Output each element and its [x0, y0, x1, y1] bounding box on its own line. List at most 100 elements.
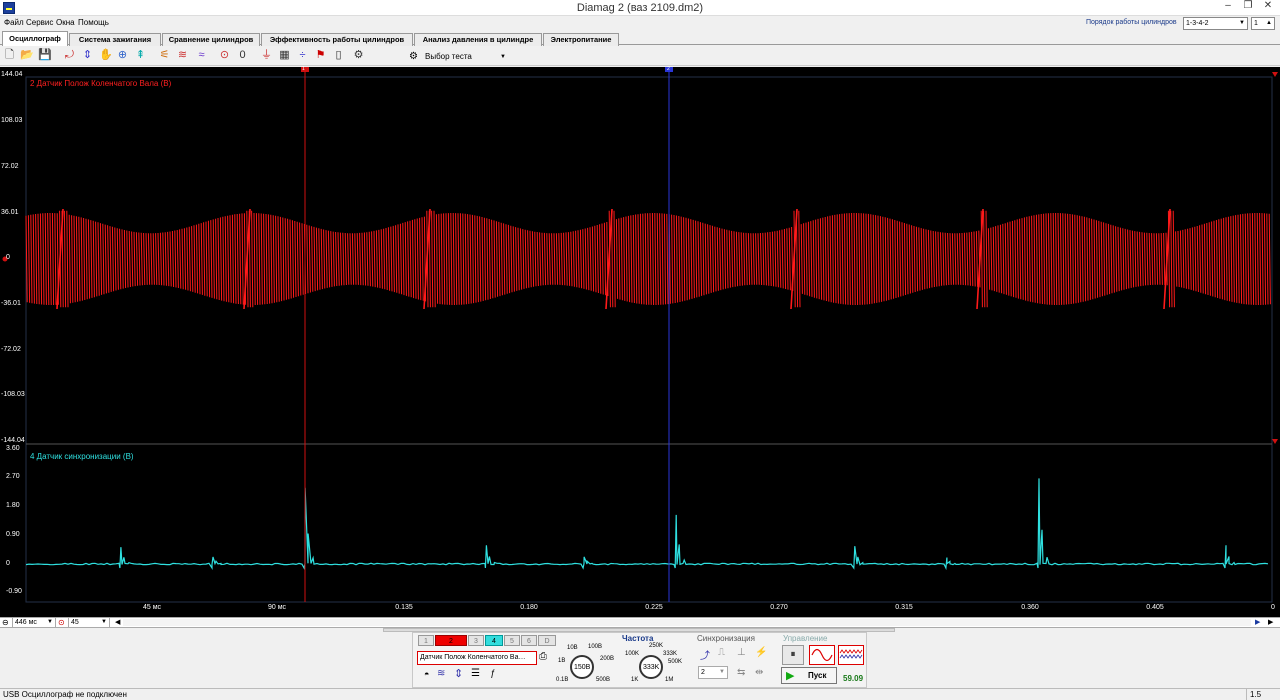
cursor-icon[interactable]: ⊙: [218, 49, 231, 62]
menu-file[interactable]: Файл: [4, 18, 24, 27]
freq-tick: 250K: [649, 643, 663, 649]
channel-d-button[interactable]: D: [538, 635, 556, 646]
filter-icon[interactable]: ⏚: [260, 49, 273, 62]
page-icon[interactable]: ▯: [332, 49, 345, 62]
signal-icon[interactable]: ⇞: [134, 49, 147, 62]
status-divider: [1246, 689, 1247, 700]
sync-title: Синхронизация: [697, 634, 755, 643]
zoom-out-icon[interactable]: ⊖: [2, 618, 9, 627]
ch2-label: 2 Датчик Полож Коленчатого Вала (В): [30, 79, 171, 88]
ch2-tick: -36.01: [1, 300, 21, 307]
zoom-fit-icon[interactable]: ⤾: [63, 49, 76, 62]
tab-cylinder-efficiency[interactable]: Эффективность работы цилиндров: [261, 33, 413, 46]
channel-3-button[interactable]: 3: [468, 635, 484, 646]
play-icon: ▶: [786, 669, 794, 682]
tab-oscilloscope[interactable]: Осциллограф: [2, 31, 68, 46]
open-folder-icon[interactable]: 📂: [20, 49, 33, 62]
pause-button[interactable]: ⏸: [782, 645, 804, 665]
magnifier-icon[interactable]: ⊕: [116, 49, 129, 62]
single-wave-button[interactable]: [809, 645, 835, 665]
tab-cylinder-compare[interactable]: Сравнение цилиндров: [162, 33, 260, 46]
channel-2-button[interactable]: 2: [435, 635, 467, 646]
scroll-left-icon[interactable]: ◀: [115, 618, 120, 626]
scroll-end-icon[interactable]: ▶: [1268, 618, 1273, 626]
cursor-1-label: 1: [302, 66, 305, 72]
x-tick: 0.270: [770, 604, 788, 611]
oscilloscope-plot[interactable]: 2 Датчик Полож Коленчатого Вала (В) 4 Да…: [0, 67, 1280, 617]
tab-ignition[interactable]: Система зажигания: [69, 33, 161, 46]
channel-6-button[interactable]: 6: [521, 635, 537, 646]
multi-wave-button[interactable]: [838, 645, 864, 665]
scroll-down-marker[interactable]: [1272, 439, 1278, 444]
sync-auto-icon[interactable]: ⚡: [755, 647, 767, 658]
x-tick: 0.405: [1146, 604, 1164, 611]
toolbar: 🗋 📂 💾 ⤾ ⇕ ✋ ⊕ ⇞ ⚟ ≋ ≈ ⊙ 0 ⏚ ▦ ÷ ⚑ ▯ ⚙ ⚙ …: [0, 46, 1280, 66]
test-select-dropdown[interactable]: ⚙ Выбор теста ▼: [406, 48, 510, 64]
sync-channel-select[interactable]: 2 ▼: [698, 666, 728, 679]
hand-icon[interactable]: ✋: [99, 49, 112, 62]
ch2-tick: -144.04: [1, 437, 25, 444]
minimize-button[interactable]: –: [1218, 0, 1238, 14]
freq-tick: 333K: [663, 651, 677, 657]
wave-icon[interactable]: ≋: [437, 668, 445, 679]
start-button[interactable]: ▶ Пуск: [781, 667, 837, 684]
volt-tick: 100В: [588, 644, 602, 650]
flag-icon[interactable]: ⚑: [314, 49, 327, 62]
title-bar: Diamag 2 (ваз 2109.dm2) – ❐ ✕: [0, 0, 1280, 16]
save-icon[interactable]: 💾: [38, 49, 51, 62]
scroll-right-icon[interactable]: ▶: [1255, 618, 1260, 626]
freq-tick: 1M: [665, 677, 673, 683]
sensor-settings-icon[interactable]: ⎙: [539, 651, 547, 662]
tab-pressure-analysis[interactable]: Анализ давления в цилиндре: [414, 33, 542, 46]
x-tick: 0: [1271, 604, 1275, 611]
sensor-select[interactable]: Датчик Полож Коленчатого Ва…: [417, 651, 537, 665]
zero-icon[interactable]: 0: [236, 49, 249, 62]
time-window-value: 446 мс: [15, 619, 37, 626]
time-window-select[interactable]: 446 мс ▼: [12, 617, 56, 628]
lines-icon[interactable]: ☰: [471, 668, 480, 679]
channel-4-button[interactable]: 4: [485, 635, 503, 646]
x-tick: 0.315: [895, 604, 913, 611]
overlay-icon[interactable]: ⚟: [158, 49, 171, 62]
menu-bar: Файл Сервис Окна Помощь Порядок работы ц…: [0, 17, 1280, 29]
scroll-up-marker[interactable]: [1272, 72, 1278, 77]
tab-power[interactable]: Электропитание: [543, 33, 619, 46]
x-tick: 0.360: [1021, 604, 1039, 611]
sync-level-icon[interactable]: ⊥: [737, 647, 746, 658]
sync-shift-icon[interactable]: ⇆: [737, 667, 745, 678]
multi-wave-icon[interactable]: ≈: [195, 49, 208, 62]
menu-service[interactable]: Сервис: [26, 18, 53, 27]
channel-5-button[interactable]: 5: [504, 635, 520, 646]
sync-rise-icon[interactable]: ⤴: [700, 647, 710, 662]
close-button[interactable]: ✕: [1258, 0, 1278, 14]
position-value: 45: [71, 619, 79, 626]
cylinder-order-label: Порядок работы цилиндров: [1086, 19, 1177, 26]
record-icon[interactable]: ⊙: [58, 618, 65, 627]
channel-1-button[interactable]: 1: [418, 635, 434, 646]
sync-fall-icon[interactable]: ⎍: [718, 647, 725, 658]
cylinder-order-select[interactable]: 1-3-4-2 ▼: [1183, 17, 1248, 30]
zoom-y-icon[interactable]: ⇕: [81, 49, 94, 62]
scroll-track[interactable]: [123, 619, 1251, 626]
position-select[interactable]: 45 ▼: [68, 617, 110, 628]
cylinder-count-spinner[interactable]: 1 ▲: [1251, 17, 1275, 30]
new-file-icon[interactable]: 🗋: [3, 49, 16, 62]
maximize-button[interactable]: ❐: [1238, 0, 1258, 14]
control-title: Управление: [783, 634, 827, 643]
chevron-down-icon: ▼: [1239, 18, 1245, 29]
menu-help[interactable]: Помощь: [78, 18, 109, 27]
ch2-tick: -72.02: [1, 346, 21, 353]
ch2-waveform: [26, 209, 1270, 309]
menu-windows[interactable]: Окна: [56, 18, 75, 27]
grid-icon[interactable]: ▦: [278, 49, 291, 62]
cursor-2-label: 2: [667, 66, 670, 72]
sync-channel-value: 2: [701, 669, 705, 676]
waves-icon[interactable]: ≋: [176, 49, 189, 62]
tools-icon[interactable]: ⚙: [352, 49, 365, 62]
split-icon[interactable]: ÷: [296, 49, 309, 62]
invert-icon[interactable]: ⇕: [454, 667, 463, 680]
function-icon[interactable]: ƒ: [490, 668, 495, 678]
sync-hold-icon[interactable]: ⇹: [755, 667, 763, 678]
sensor-icon[interactable]: ◓: [424, 669, 429, 679]
chevron-down-icon: ▼: [719, 667, 725, 678]
